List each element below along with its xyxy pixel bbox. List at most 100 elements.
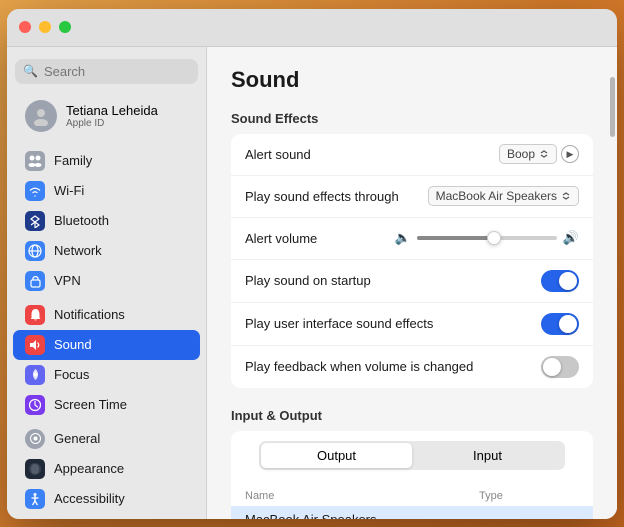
io-tabs: Output Input (259, 441, 565, 470)
sidebar-item-label-network: Network (54, 243, 102, 258)
user-subtitle: Apple ID (66, 118, 158, 129)
accessibility-icon (25, 489, 45, 509)
user-name: Tetiana Leheida (66, 103, 158, 118)
slider-fill (417, 236, 494, 240)
system-preferences-window: 🔍 Tetiana Leheida Apple ID (7, 9, 617, 519)
alert-sound-dropdown-text: Boop (507, 147, 535, 161)
io-row-macbook[interactable]: MacBook Air Speakers (231, 506, 593, 519)
io-table-header: Name Type (231, 486, 593, 506)
alert-sound-row: Alert sound Boop ▶ (231, 134, 593, 176)
sidebar-item-bluetooth[interactable]: Bluetooth (13, 206, 200, 236)
page-title: Sound (231, 67, 593, 93)
bluetooth-icon (25, 211, 45, 231)
io-section-title: Input & Output (231, 408, 593, 423)
alert-volume-row: Alert volume 🔈 🔊 (231, 218, 593, 260)
ui-sounds-row: Play user interface sound effects (231, 303, 593, 346)
sound-effects-card: Alert sound Boop ▶ Play (231, 134, 593, 388)
tab-output[interactable]: Output (261, 443, 412, 468)
minimize-button[interactable] (39, 21, 51, 33)
search-input[interactable] (44, 64, 190, 79)
sidebar-item-accessibility[interactable]: Accessibility (13, 484, 200, 514)
sidebar-item-label-focus: Focus (54, 367, 89, 382)
alert-sound-value[interactable]: Boop ▶ (499, 144, 579, 164)
col-header-name: Name (245, 490, 479, 502)
tab-input[interactable]: Input (412, 443, 563, 468)
sidebar-section-network: Family Wi-Fi (7, 146, 206, 296)
alert-volume-label: Alert volume (245, 231, 395, 246)
appearance-icon (25, 459, 45, 479)
sidebar-item-sound[interactable]: Sound (13, 330, 200, 360)
sidebar-item-notifications[interactable]: Notifications (13, 300, 200, 330)
scrollbar-track (609, 57, 615, 509)
chevron-updown-icon-2 (561, 192, 571, 200)
slider-thumb[interactable] (487, 231, 501, 245)
sidebar-item-family[interactable]: Family (13, 146, 200, 176)
sidebar-item-label-notifications: Notifications (54, 307, 125, 322)
volume-high-icon: 🔊 (563, 230, 579, 246)
wifi-icon (25, 181, 45, 201)
sidebar-item-label-general: General (54, 431, 100, 446)
screentime-icon (25, 395, 45, 415)
alert-sound-dropdown[interactable]: Boop (499, 144, 557, 164)
sound-effects-title: Sound Effects (231, 111, 593, 126)
ui-sounds-label: Play user interface sound effects (245, 316, 541, 331)
sidebar-item-vpn[interactable]: VPN (13, 266, 200, 296)
sidebar-item-network[interactable]: Network (13, 236, 200, 266)
maximize-button[interactable] (59, 21, 71, 33)
play-through-label: Play sound effects through (245, 189, 428, 204)
sidebar-item-label-appearance: Appearance (54, 461, 124, 476)
tabs-container: Output Input (231, 431, 593, 486)
focus-icon (25, 365, 45, 385)
play-button[interactable]: ▶ (561, 145, 579, 163)
feedback-volume-row: Play feedback when volume is changed (231, 346, 593, 388)
sidebar-item-label-accessibility: Accessibility (54, 491, 125, 506)
feedback-volume-toggle[interactable] (541, 356, 579, 378)
sidebar-item-controlcenter[interactable]: Control Center (13, 514, 200, 519)
sidebar-item-label-sound: Sound (54, 337, 92, 352)
io-card: Output Input Name Type MacBook Air Speak… (231, 431, 593, 519)
volume-low-icon: 🔈 (395, 230, 411, 246)
sidebar-section-system: Notifications Sound (7, 300, 206, 420)
sidebar-item-label-family: Family (54, 153, 92, 168)
network-icon (25, 241, 45, 261)
sidebar-item-focus[interactable]: Focus (13, 360, 200, 390)
play-through-dropdown-text: MacBook Air Speakers (436, 189, 557, 203)
main-panel: Sound Sound Effects Alert sound Boop (207, 47, 617, 519)
chevron-updown-icon (539, 150, 549, 158)
col-header-type: Type (479, 490, 579, 502)
play-startup-row: Play sound on startup (231, 260, 593, 303)
feedback-volume-label: Play feedback when volume is changed (245, 359, 541, 374)
ui-sounds-toggle[interactable] (541, 313, 579, 335)
sound-icon (25, 335, 45, 355)
sidebar-item-label-screentime: Screen Time (54, 397, 127, 412)
alert-sound-label: Alert sound (245, 147, 499, 162)
titlebar (7, 9, 617, 47)
alert-volume-slider[interactable]: 🔈 🔊 (395, 230, 579, 246)
scrollbar-thumb[interactable] (610, 77, 615, 137)
sidebar-item-label-bluetooth: Bluetooth (54, 213, 109, 228)
close-button[interactable] (19, 21, 31, 33)
play-startup-label: Play sound on startup (245, 273, 541, 288)
io-row-macbook-name: MacBook Air Speakers (245, 512, 479, 519)
notifications-icon (25, 305, 45, 325)
play-through-value[interactable]: MacBook Air Speakers (428, 186, 579, 206)
sidebar-item-wifi[interactable]: Wi-Fi (13, 176, 200, 206)
user-profile[interactable]: Tetiana Leheida Apple ID (13, 94, 200, 138)
family-icon (25, 151, 45, 171)
sidebar-item-label-vpn: VPN (54, 273, 81, 288)
sidebar-section-prefs: General Appearance (7, 424, 206, 519)
vpn-icon (25, 271, 45, 291)
search-icon: 🔍 (23, 64, 38, 78)
sidebar-item-screentime[interactable]: Screen Time (13, 390, 200, 420)
general-icon (25, 429, 45, 449)
play-startup-toggle[interactable] (541, 270, 579, 292)
user-info: Tetiana Leheida Apple ID (66, 103, 158, 129)
avatar (25, 100, 57, 132)
sidebar-item-label-wifi: Wi-Fi (54, 183, 84, 198)
sidebar-item-general[interactable]: General (13, 424, 200, 454)
play-through-row: Play sound effects through MacBook Air S… (231, 176, 593, 218)
search-box[interactable]: 🔍 (15, 59, 198, 84)
slider-track[interactable] (417, 236, 557, 240)
sidebar-item-appearance[interactable]: Appearance (13, 454, 200, 484)
play-through-dropdown[interactable]: MacBook Air Speakers (428, 186, 579, 206)
